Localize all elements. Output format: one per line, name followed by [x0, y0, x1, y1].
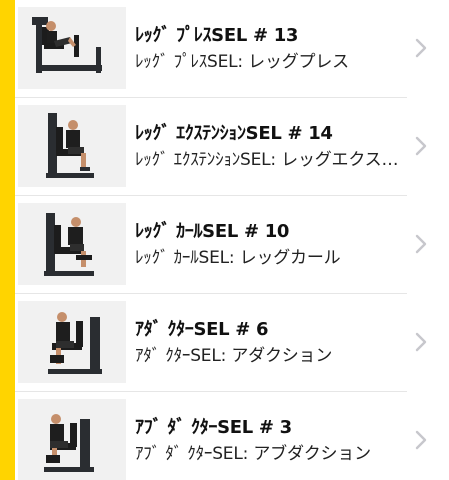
- machine-list-screen: ﾚｯｸﾞ ﾌﾟﾚｽSEL # 13 ﾚｯｸﾞ ﾌﾟﾚｽSEL: レッグプレス ﾚ…: [0, 0, 449, 480]
- chevron-right-icon: [415, 234, 427, 254]
- machine-subtitle: ｱﾌﾞ ﾀﾞ ｸﾀｰSEL: アブダクション: [135, 444, 371, 464]
- chevron-right-icon: [415, 38, 427, 58]
- machine-subtitle: ﾚｯｸﾞ ｶｰﾙSEL: レッグカール: [135, 248, 341, 268]
- abductor-image: [44, 414, 94, 472]
- machine-text: ﾚｯｸﾞ ｶｰﾙSEL # 10 ﾚｯｸﾞ ｶｰﾙSEL: レッグカール: [135, 219, 403, 271]
- machine-text: ﾚｯｸﾞ ｴｸｽﾃﾝｼｮﾝSEL # 14 ﾚｯｸﾞ ｴｸｽﾃﾝｼｮﾝSEL: …: [135, 121, 403, 173]
- machine-thumbnail: [18, 203, 126, 285]
- machine-list: ﾚｯｸﾞ ﾌﾟﾚｽSEL # 13 ﾚｯｸﾞ ﾌﾟﾚｽSEL: レッグプレス ﾚ…: [15, 0, 449, 480]
- machine-row-leg-extension[interactable]: ﾚｯｸﾞ ｴｸｽﾃﾝｼｮﾝSEL # 14 ﾚｯｸﾞ ｴｸｽﾃﾝｼｮﾝSEL: …: [15, 98, 449, 196]
- machine-thumbnail: [18, 7, 126, 89]
- machine-title: ｱﾀﾞ ｸﾀｰSEL # 6: [135, 319, 269, 340]
- machine-thumbnail: [18, 301, 126, 383]
- chevron-right-icon: [415, 136, 427, 156]
- chevron-right-icon: [415, 332, 427, 352]
- machine-row-leg-curl[interactable]: ﾚｯｸﾞ ｶｰﾙSEL # 10 ﾚｯｸﾞ ｶｰﾙSEL: レッグカール: [15, 196, 449, 294]
- machine-thumbnail: [18, 105, 126, 187]
- machine-row-adductor[interactable]: ｱﾀﾞ ｸﾀｰSEL # 6 ｱﾀﾞ ｸﾀｰSEL: アダクション: [15, 294, 449, 392]
- machine-text: ﾚｯｸﾞ ﾌﾟﾚｽSEL # 13 ﾚｯｸﾞ ﾌﾟﾚｽSEL: レッグプレス: [135, 23, 403, 75]
- leg-press-image: [32, 17, 102, 73]
- machine-subtitle: ｱﾀﾞ ｸﾀｰSEL: アダクション: [135, 346, 333, 366]
- machine-subtitle: ﾚｯｸﾞ ﾌﾟﾚｽSEL: レッグプレス: [135, 52, 349, 72]
- machine-text: ｱﾌﾞ ﾀﾞ ｸﾀｰSEL # 3 ｱﾌﾞ ﾀﾞ ｸﾀｰSEL: アブダクション: [135, 415, 403, 467]
- machine-row-leg-press[interactable]: ﾚｯｸﾞ ﾌﾟﾚｽSEL # 13 ﾚｯｸﾞ ﾌﾟﾚｽSEL: レッグプレス: [15, 0, 449, 98]
- leg-extension-image: [46, 113, 94, 178]
- machine-text: ｱﾀﾞ ｸﾀｰSEL # 6 ｱﾀﾞ ｸﾀｰSEL: アダクション: [135, 317, 403, 369]
- machine-title: ｱﾌﾞ ﾀﾞ ｸﾀｰSEL # 3: [135, 417, 292, 438]
- leg-curl-image: [44, 213, 94, 276]
- accent-bar: [0, 0, 15, 480]
- machine-title: ﾚｯｸﾞ ｴｸｽﾃﾝｼｮﾝSEL # 14: [135, 123, 333, 144]
- machine-title: ﾚｯｸﾞ ﾌﾟﾚｽSEL # 13: [135, 25, 299, 46]
- machine-title: ﾚｯｸﾞ ｶｰﾙSEL # 10: [135, 221, 290, 242]
- machine-subtitle: ﾚｯｸﾞ ｴｸｽﾃﾝｼｮﾝSEL: レッグエクステンション: [135, 150, 403, 170]
- machine-thumbnail: [18, 399, 126, 480]
- chevron-right-icon: [415, 430, 427, 450]
- machine-row-abductor[interactable]: ｱﾌﾞ ﾀﾞ ｸﾀｰSEL # 3 ｱﾌﾞ ﾀﾞ ｸﾀｰSEL: アブダクション: [15, 392, 449, 480]
- adductor-image: [48, 312, 102, 374]
